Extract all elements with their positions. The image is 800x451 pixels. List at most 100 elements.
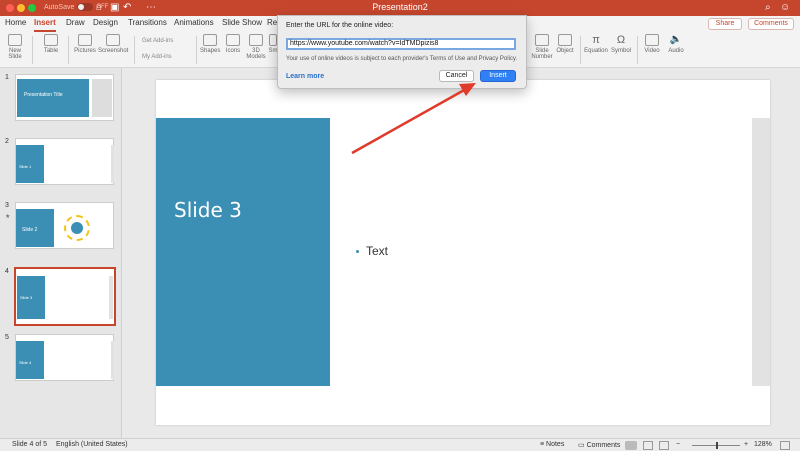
thumbnail-title: Slide 3 — [20, 295, 33, 300]
pi-icon: π — [592, 34, 600, 46]
object-label: Object — [556, 48, 574, 54]
comments-label: Comments — [754, 20, 788, 27]
symbol-label: Symbol — [610, 48, 631, 54]
zoom-in-button[interactable]: + — [744, 441, 748, 448]
thumbnail-title: Slide 1 — [19, 164, 32, 169]
tab-draw[interactable]: Draw — [66, 18, 85, 27]
new-slide-icon — [8, 34, 22, 46]
status-bar: Slide 4 of 5 English (United States) ≡ N… — [0, 438, 800, 451]
get-addins-button[interactable]: Get Add-ins — [142, 38, 173, 44]
slide-thumbnail-5[interactable]: Slide 4 — [15, 334, 114, 381]
slide-title-panel[interactable] — [156, 118, 330, 386]
slide-thumbnail-3[interactable]: Slide 2 — [15, 202, 114, 249]
slide-placeholder-strip — [752, 118, 770, 386]
tab-transitions[interactable]: Transitions — [128, 18, 167, 27]
object-button[interactable]: Object — [555, 34, 575, 54]
cancel-button[interactable]: Cancel — [439, 70, 474, 82]
slide-thumbnail-1[interactable]: Presentation Title — [15, 74, 114, 121]
slide-body-text[interactable]: Text — [366, 244, 388, 258]
symbol-button[interactable]: Ω Symbol — [610, 34, 632, 54]
share-button[interactable]: Share — [708, 18, 742, 30]
slide-counter: Slide 4 of 5 — [12, 441, 48, 448]
tab-animations[interactable]: Animations — [174, 18, 214, 27]
thumbnail-gray — [92, 79, 112, 117]
document-title: Presentation2 — [372, 2, 428, 12]
table-button[interactable]: Table — [40, 34, 62, 54]
search-icon[interactable]: ⌕ — [765, 2, 771, 13]
shapes-button[interactable]: Shapes — [200, 34, 220, 54]
omega-icon: Ω — [616, 34, 626, 46]
object-icon — [558, 34, 572, 46]
equation-button[interactable]: π Equation — [583, 34, 609, 54]
ribbon-divider — [637, 36, 638, 64]
pictures-button[interactable]: Pictures — [73, 34, 97, 54]
star-icon: ★ — [5, 214, 11, 220]
notes-button[interactable]: ≡ Notes — [540, 441, 564, 448]
online-video-dialog: Enter the URL for the online video: http… — [277, 15, 527, 89]
play-icon — [71, 222, 83, 234]
smartart-icon — [269, 34, 277, 46]
slide-thumbnail-2[interactable]: Slide 1 — [15, 138, 114, 185]
ribbon-divider — [134, 36, 135, 64]
icons-label: Icons — [225, 48, 241, 54]
comment-icon: ▭ — [578, 442, 587, 449]
tab-home[interactable]: Home — [5, 18, 26, 27]
ribbon-divider — [196, 36, 197, 64]
screenshot-button[interactable]: Screenshot — [98, 34, 128, 54]
screenshot-label: Screenshot — [98, 48, 129, 54]
icons-icon — [226, 34, 240, 46]
url-prompt-label: Enter the URL for the online video: — [286, 22, 394, 29]
zoom-level[interactable]: 128% — [754, 441, 772, 448]
title-bar: AutoSave OFF ⌂ ▣ ↶ ⋯ Presentation2 ⌕ ☺ — [0, 0, 800, 16]
video-url-input[interactable]: https://www.youtube.com/watch?v=IdTMDpiz… — [286, 38, 516, 50]
table-icon — [44, 34, 58, 46]
tab-design[interactable]: Design — [93, 18, 118, 27]
zoom-out-button[interactable]: − — [676, 441, 680, 448]
zoom-slider-thumb[interactable] — [716, 442, 718, 449]
ribbon-divider — [32, 36, 33, 64]
comments-status-button[interactable]: ▭ Comments — [578, 441, 620, 449]
icons-button[interactable]: Icons — [223, 34, 243, 54]
comments-status-label: Comments — [586, 442, 621, 449]
shapes-icon — [203, 34, 217, 46]
tab-slide-show[interactable]: Slide Show — [222, 18, 262, 27]
3d-models-label: 3D Models — [246, 48, 266, 60]
table-label: Table — [43, 48, 59, 54]
my-addins-button[interactable]: My Add-ins — [142, 54, 172, 60]
slide-title[interactable]: Slide 3 — [174, 198, 242, 222]
learn-more-link[interactable]: Learn more — [286, 73, 324, 80]
reading-view-button[interactable] — [659, 441, 669, 450]
thumbnail-scroll — [111, 341, 114, 379]
shapes-label: Shapes — [200, 48, 221, 54]
notes-label: Notes — [546, 441, 565, 448]
slide-number-icon — [535, 34, 549, 46]
slide-thumbnail-4[interactable]: Slide 3 — [14, 267, 116, 326]
fit-to-window-button[interactable] — [780, 441, 790, 450]
current-slide[interactable]: Slide 3 Text — [156, 80, 770, 425]
ribbon-divider — [68, 36, 69, 64]
terms-note: Your use of online videos is subject to … — [286, 56, 518, 62]
bullet-icon — [356, 250, 359, 253]
pictures-label: Pictures — [74, 48, 96, 54]
slide-sorter-button[interactable] — [643, 441, 653, 450]
tab-insert[interactable]: Insert — [34, 18, 56, 32]
thumbnail-title: Slide 2 — [22, 227, 38, 233]
comments-button[interactable]: Comments — [748, 18, 794, 30]
thumbnail-panel — [17, 79, 89, 117]
new-slide-button[interactable]: New Slide — [5, 34, 25, 60]
language-indicator[interactable]: English (United States) — [56, 441, 128, 448]
account-icon[interactable]: ☺ — [780, 2, 790, 13]
slide-number-button[interactable]: Slide Number — [530, 34, 554, 60]
thumbnail-scroll — [111, 145, 114, 183]
tab-review[interactable]: Re — [267, 18, 277, 27]
normal-view-button[interactable] — [625, 441, 637, 450]
video-label: Video — [644, 48, 660, 54]
audio-button[interactable]: 🔈 Audio — [666, 34, 686, 54]
share-label: Share — [715, 20, 735, 27]
video-button[interactable]: Video — [642, 34, 662, 54]
3d-models-button[interactable]: 3D Models — [245, 34, 267, 60]
insert-button[interactable]: Insert — [480, 70, 516, 82]
slide-number-label: Slide Number — [531, 48, 553, 60]
film-icon — [645, 34, 659, 46]
new-slide-label: New Slide — [8, 48, 22, 60]
